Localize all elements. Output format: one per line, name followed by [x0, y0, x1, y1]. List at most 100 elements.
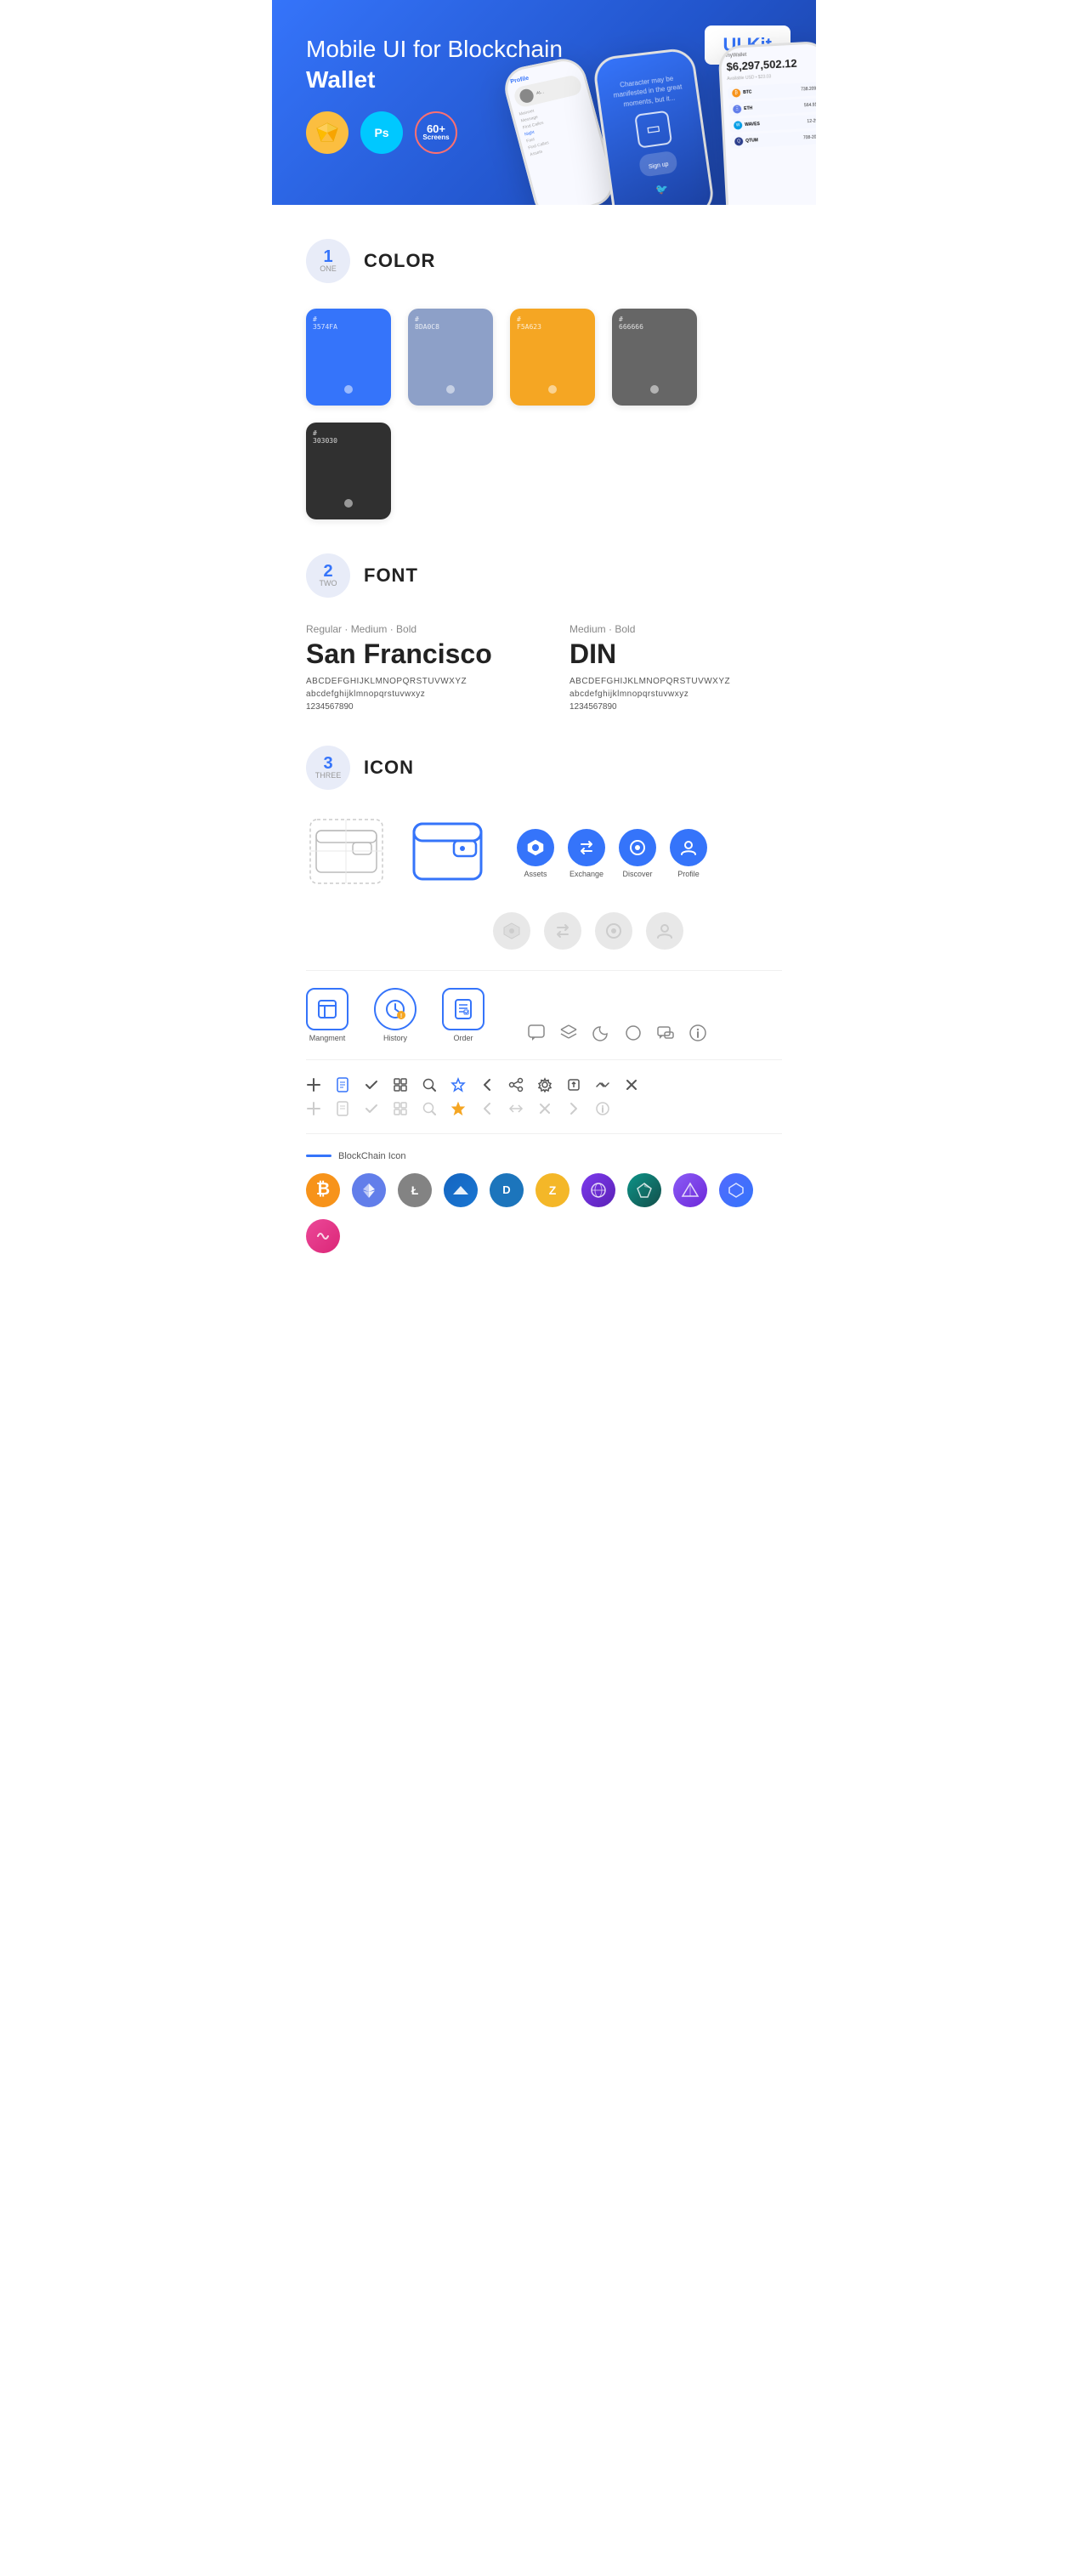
crypto-coins-row: ₿ Ł D Z [306, 1173, 782, 1253]
exchange-icon [568, 829, 605, 866]
purple-coin [673, 1173, 707, 1207]
sf-uppercase: ABCDEFGHIJKLMNOPQRSTUVWXYZ [306, 677, 518, 686]
assets-label: Assets [524, 870, 547, 878]
moon-icon [592, 1024, 610, 1042]
forward-icon-gray [566, 1101, 581, 1116]
check-icon [364, 1077, 379, 1092]
swap-icon [595, 1077, 610, 1092]
misc-icons-line [527, 1024, 707, 1042]
din-style-label: Medium · Bold [570, 623, 782, 635]
search-icon-gray [422, 1101, 437, 1116]
pink-coin [306, 1219, 340, 1253]
plus-icon-gray [306, 1101, 321, 1116]
sketch-badge [306, 111, 348, 154]
box-icon [566, 1077, 581, 1092]
ps-badge: Ps [360, 111, 403, 154]
grid-coin [581, 1173, 615, 1207]
color-card-gray-blue: #8DA0C8 [408, 309, 493, 406]
history-label: History [383, 1034, 407, 1042]
teal-coin [627, 1173, 661, 1207]
order-icon [442, 988, 484, 1030]
profile-icon-gray [646, 912, 683, 950]
blockchain-line-decor [306, 1155, 332, 1157]
exchange-gray-icon [544, 912, 581, 950]
font-grid: Regular · Medium · Bold San Francisco AB… [306, 623, 782, 712]
discover-icon-entry: Discover [619, 829, 656, 878]
color-title: COLOR [364, 250, 435, 272]
sf-style-label: Regular · Medium · Bold [306, 623, 518, 635]
din-numbers: 1234567890 [570, 702, 782, 712]
star-icon[interactable] [450, 1077, 466, 1092]
search-icon [422, 1077, 437, 1092]
color-section: 1 ONE COLOR #3574FA #8DA0C8 [306, 239, 782, 519]
btc-coin: ₿ [306, 1173, 340, 1207]
section-number-3: 3 THREE [306, 746, 350, 790]
discover-icon-gray [595, 912, 632, 950]
info-icon-gray [595, 1101, 610, 1116]
wallet-colored [407, 815, 488, 892]
info-icon [688, 1024, 707, 1042]
exchange-icon-gray [544, 912, 581, 950]
nav-icons-gray [493, 912, 782, 950]
back-icon [479, 1077, 495, 1092]
section-number-2: 2 TWO [306, 553, 350, 598]
section-number-1: 1 ONE [306, 239, 350, 283]
eth-coin [352, 1173, 386, 1207]
circle-icon [624, 1024, 643, 1042]
color-card-blue: #3574FA [306, 309, 391, 406]
sf-name: San Francisco [306, 638, 518, 670]
settings-icon [537, 1077, 552, 1092]
share-icon [508, 1077, 524, 1092]
profile-icon [670, 829, 707, 866]
screens-badge: 60+ Screens [415, 111, 457, 154]
order-label: Order [453, 1034, 473, 1042]
color-section-header: 1 ONE COLOR [306, 239, 782, 283]
close-icon-gray [537, 1101, 552, 1116]
din-uppercase: ABCDEFGHIJKLMNOPQRSTUVWXYZ [570, 677, 782, 686]
discover-icon [619, 829, 656, 866]
document-icon-gray [335, 1101, 350, 1116]
star-icon-orange[interactable] [450, 1101, 466, 1116]
exchange-label: Exchange [570, 870, 604, 878]
close-icon [624, 1077, 639, 1092]
nav-icons-colored: Assets Exchange Discover [517, 829, 707, 878]
plus-icon [306, 1077, 321, 1092]
document-icon [335, 1077, 350, 1092]
color-card-gray: #666666 [612, 309, 697, 406]
sf-numbers: 1234567890 [306, 702, 518, 712]
font-section: 2 TWO FONT Regular · Medium · Bold San F… [306, 553, 782, 712]
discover-label: Discover [622, 870, 652, 878]
assets-icon [517, 829, 554, 866]
management-icon-entry: Mangment [306, 988, 348, 1042]
wallet-wireframe [306, 815, 387, 892]
assets-gray-icon [493, 912, 530, 950]
management-icon [306, 988, 348, 1030]
order-icon-entry: Order [442, 988, 484, 1042]
hero-section: Mobile UI for Blockchain Wallet UI Kit P… [272, 0, 816, 205]
phone-mid: Character may be manifested in the great… [592, 47, 716, 205]
waves-coin [444, 1173, 478, 1207]
font-san-francisco: Regular · Medium · Bold San Francisco AB… [306, 623, 518, 712]
arrows-gray [508, 1101, 524, 1116]
font-title: FONT [364, 565, 418, 587]
discover-gray-icon [595, 912, 632, 950]
management-label: Mangment [309, 1034, 346, 1042]
chat-icon [527, 1024, 546, 1042]
utility-icons-row-1 [306, 1077, 782, 1092]
message-icon [656, 1024, 675, 1042]
din-name: DIN [570, 638, 782, 670]
zcash-coin: Z [536, 1173, 570, 1207]
dash-coin: D [490, 1173, 524, 1207]
main-content: 1 ONE COLOR #3574FA #8DA0C8 [272, 205, 816, 1313]
profile-gray-icon [646, 912, 683, 950]
font-din: Medium · Bold DIN ABCDEFGHIJKLMNOPQRSTUV… [570, 623, 782, 712]
profile-icon-entry: Profile [670, 829, 707, 878]
band-coin [719, 1173, 753, 1207]
color-card-dark: #303030 [306, 423, 391, 519]
ltc-coin: Ł [398, 1173, 432, 1207]
color-grid: #3574FA #8DA0C8 #F5A623 [306, 309, 782, 519]
blockchain-label: BlockChain Icon [306, 1151, 782, 1161]
layers-icon [559, 1024, 578, 1042]
color-card-orange: #F5A623 [510, 309, 595, 406]
icon-section: 3 THREE ICON [306, 746, 782, 1253]
